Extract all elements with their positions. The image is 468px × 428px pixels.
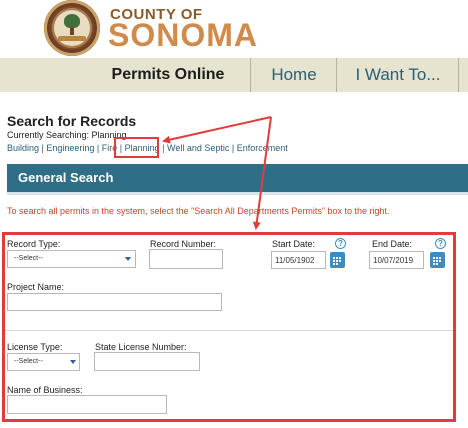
arrow-to-planning (162, 116, 272, 144)
annotation-arrows (162, 116, 272, 230)
arrow-to-form (252, 116, 272, 230)
